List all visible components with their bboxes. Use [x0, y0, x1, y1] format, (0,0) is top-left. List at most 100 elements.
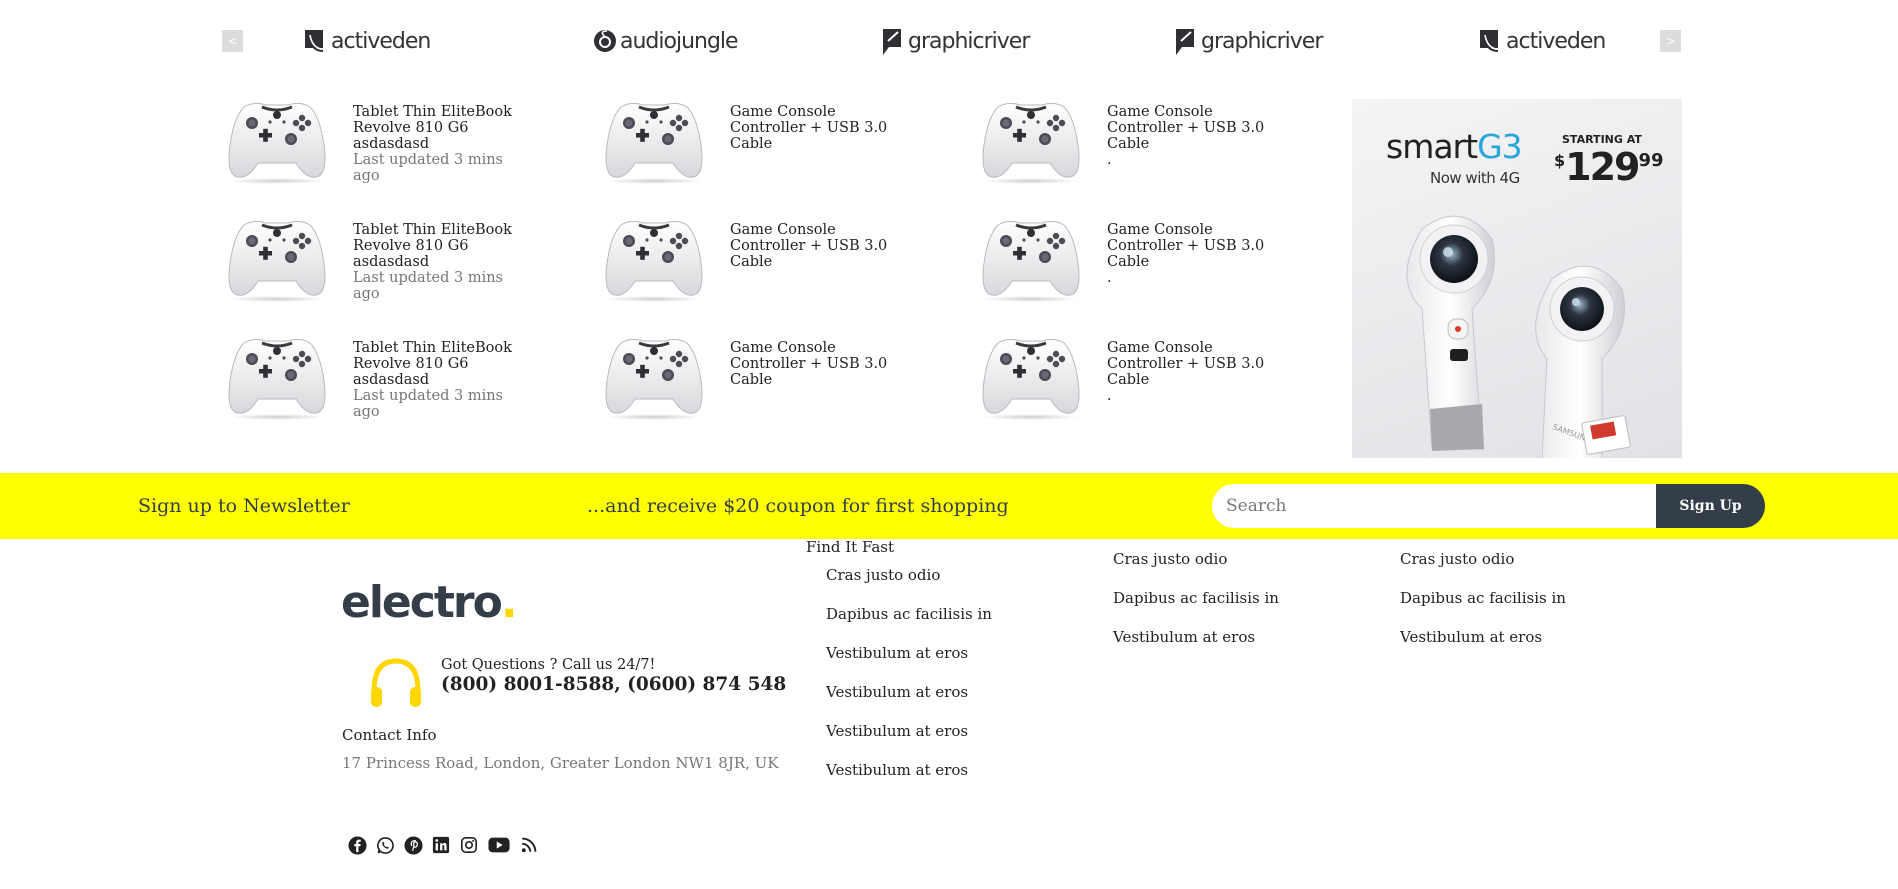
- whatsapp-icon[interactable]: [375, 835, 395, 855]
- product-title[interactable]: Tablet Thin EliteBook Revolve 810 G6: [353, 104, 533, 136]
- brand-logo-activeden[interactable]: activeden: [1479, 24, 1606, 58]
- product-extra: .: [1107, 388, 1112, 404]
- product-title[interactable]: Game Console Controller + USB 3.0 Cable: [730, 340, 910, 388]
- brand-name: graphicriver: [1201, 28, 1323, 54]
- game-controller-image[interactable]: [601, 97, 707, 185]
- footer-link[interactable]: Cras justo odio: [1400, 550, 1566, 589]
- footer-link[interactable]: Cras justo odio: [1113, 550, 1279, 589]
- carousel-prev-button[interactable]: <: [222, 30, 243, 52]
- audiojungle-icon: [594, 30, 616, 52]
- footer-link[interactable]: Vestibulum at eros: [1400, 628, 1566, 667]
- game-controller-image[interactable]: [601, 215, 707, 303]
- product-updated: Last updated 3 mins ago: [353, 270, 503, 302]
- promo-banner[interactable]: smartG3 Now with 4G STARTING AT $12999 S…: [1352, 99, 1682, 458]
- product-card[interactable]: Game Console Controller + USB 3.0 Cable: [601, 215, 961, 305]
- product-title[interactable]: Tablet Thin EliteBook Revolve 810 G6: [353, 222, 533, 254]
- youtube-icon[interactable]: [487, 835, 511, 855]
- activeden-icon: [305, 30, 324, 52]
- brand-name: activeden: [331, 28, 431, 54]
- product-title[interactable]: Game Console Controller + USB 3.0 Cable: [1107, 222, 1287, 270]
- product-extra: asdasdasd: [353, 136, 430, 152]
- product-title[interactable]: Game Console Controller + USB 3.0 Cable: [730, 222, 910, 270]
- support-question: Got Questions ? Call us 24/7!: [441, 657, 656, 673]
- sign-up-button[interactable]: Sign Up: [1656, 484, 1765, 528]
- game-controller-image[interactable]: [224, 215, 330, 303]
- footer-link[interactable]: Dapibus ac facilisis in: [826, 605, 992, 644]
- carousel-next-button[interactable]: >: [1660, 30, 1681, 52]
- brand-name: audiojungle: [620, 28, 739, 54]
- headphones-icon: [371, 658, 421, 707]
- product-card[interactable]: Tablet Thin EliteBook Revolve 810 G6 asd…: [224, 97, 584, 187]
- promo-title: smartG3: [1386, 127, 1523, 166]
- product-card[interactable]: Game Console Controller + USB 3.0 Cable: [601, 97, 961, 187]
- newsletter-coupon-text: ...and receive $20 coupon for first shop…: [587, 495, 1009, 517]
- graphicriver-icon: [1176, 29, 1194, 55]
- footer-link[interactable]: Vestibulum at eros: [1113, 628, 1279, 667]
- game-controller-image[interactable]: [224, 97, 330, 185]
- game-controller-image[interactable]: [978, 97, 1084, 185]
- product-card[interactable]: Game Console Controller + USB 3.0 Cable: [601, 333, 961, 423]
- footer-link[interactable]: Vestibulum at eros: [826, 722, 992, 761]
- pinterest-icon[interactable]: [403, 835, 423, 855]
- footer-link[interactable]: Dapibus ac facilisis in: [1113, 589, 1279, 628]
- logo-text: electro: [341, 577, 503, 628]
- brand-logo-graphicriver[interactable]: graphicriver: [879, 24, 1030, 58]
- footer-links-column-2: Cras justo odio Dapibus ac facilisis in …: [1113, 550, 1279, 667]
- facebook-icon[interactable]: [347, 835, 367, 855]
- footer-links-column-3: Cras justo odio Dapibus ac facilisis in …: [1400, 550, 1566, 667]
- newsletter-title: Sign up to Newsletter: [138, 495, 350, 517]
- footer-link[interactable]: Dapibus ac facilisis in: [1400, 589, 1566, 628]
- game-controller-image[interactable]: [224, 333, 330, 421]
- brand-logo-graphicriver[interactable]: graphicriver: [1172, 24, 1323, 58]
- game-controller-image[interactable]: [978, 215, 1084, 303]
- newsletter-bar: Sign up to Newsletter ...and receive $20…: [0, 473, 1898, 539]
- product-card[interactable]: Game Console Controller + USB 3.0 Cable …: [978, 333, 1338, 423]
- product-extra: asdasdasd: [353, 372, 430, 388]
- product-extra: .: [1107, 270, 1112, 286]
- promo-price: $12999: [1554, 145, 1664, 189]
- brand-name: activeden: [1506, 28, 1606, 54]
- product-extra: asdasdasd: [353, 254, 430, 270]
- product-card[interactable]: Game Console Controller + USB 3.0 Cable …: [978, 97, 1338, 187]
- promo-brand-smart: smart: [1386, 127, 1478, 166]
- electro-logo[interactable]: electro.: [341, 577, 518, 628]
- linkedin-icon[interactable]: [431, 835, 451, 855]
- promo-brand-g3: G3: [1477, 127, 1523, 166]
- product-extra: .: [1107, 152, 1112, 168]
- product-card[interactable]: Tablet Thin EliteBook Revolve 810 G6 asd…: [224, 333, 584, 423]
- graphicriver-icon: [883, 29, 901, 55]
- product-title[interactable]: Game Console Controller + USB 3.0 Cable: [730, 104, 910, 152]
- game-controller-image[interactable]: [601, 333, 707, 421]
- footer-link[interactable]: Vestibulum at eros: [826, 644, 992, 683]
- footer-link[interactable]: Cras justo odio: [826, 566, 992, 605]
- product-card[interactable]: Game Console Controller + USB 3.0 Cable …: [978, 215, 1338, 305]
- newsletter-form: Sign Up: [1212, 484, 1765, 528]
- product-title[interactable]: Game Console Controller + USB 3.0 Cable: [1107, 104, 1287, 152]
- product-updated: Last updated 3 mins ago: [353, 388, 503, 420]
- rss-icon[interactable]: [519, 835, 539, 855]
- find-it-fast-title: Find It Fast: [806, 538, 895, 556]
- social-links: [347, 835, 539, 855]
- promo-price-whole: 129: [1565, 145, 1640, 189]
- 360-camera-image: SAMSUNG: [1406, 215, 1631, 458]
- activeden-icon: [1480, 30, 1499, 52]
- footer-link[interactable]: Vestibulum at eros: [826, 761, 992, 800]
- newsletter-email-input[interactable]: [1212, 484, 1658, 528]
- product-title[interactable]: Tablet Thin EliteBook Revolve 810 G6: [353, 340, 533, 372]
- contact-address: 17 Princess Road, London, Greater London…: [342, 754, 779, 772]
- support-phone[interactable]: (800) 8001-8588, (0600) 874 548: [441, 674, 786, 695]
- product-title[interactable]: Game Console Controller + USB 3.0 Cable: [1107, 340, 1287, 388]
- game-controller-image[interactable]: [978, 333, 1084, 421]
- brand-logo-activeden[interactable]: activeden: [304, 24, 431, 58]
- promo-price-currency: $: [1554, 151, 1566, 170]
- brand-name: graphicriver: [908, 28, 1030, 54]
- find-it-fast-links: Cras justo odio Dapibus ac facilisis in …: [826, 566, 992, 800]
- brand-logo-audiojungle[interactable]: audiojungle: [593, 24, 739, 58]
- product-card[interactable]: Tablet Thin EliteBook Revolve 810 G6 asd…: [224, 215, 584, 305]
- brand-carousel: < activeden audiojungle graphicriver gra…: [0, 0, 1898, 82]
- product-updated: Last updated 3 mins ago: [353, 152, 503, 184]
- instagram-icon[interactable]: [459, 835, 479, 855]
- logo-dot: .: [500, 577, 518, 628]
- footer-link[interactable]: Vestibulum at eros: [826, 683, 992, 722]
- promo-subtitle: Now with 4G: [1430, 169, 1520, 187]
